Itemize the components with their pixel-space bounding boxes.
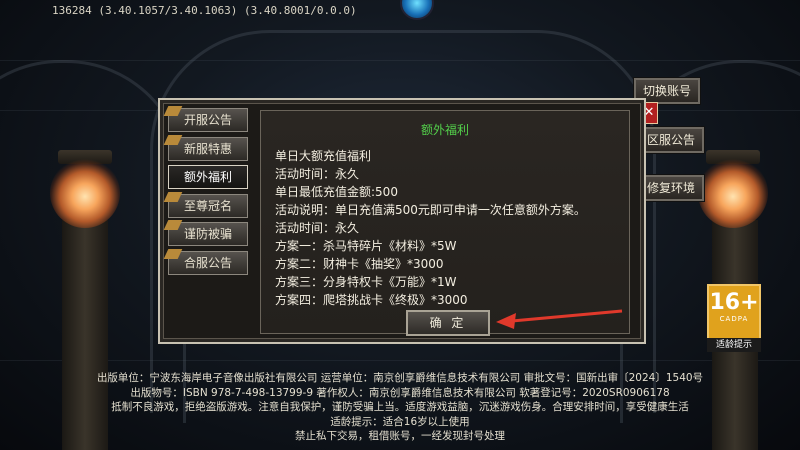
tab-new-server-offer[interactable]: 新服特惠 (163, 134, 248, 161)
content-line: 活动时间：永久 (275, 221, 360, 235)
ribbon-icon (163, 106, 183, 116)
tab-extra-benefits[interactable]: 额外福利 (168, 165, 248, 189)
tab-label: 谨防被骗 (183, 227, 232, 241)
notice-tabs: 开服公告 新服特惠 额外福利 至尊冠名 谨防被骗 合服公告 (163, 106, 250, 279)
footer-line: 禁止私下交易，租借账号，一经发现封号处理 (295, 430, 505, 442)
tab-label: 新服特惠 (183, 141, 232, 156)
footer-line: 出版物号：ISBN 978-7-498-13799-9 著作权人：南京创享爵维信… (130, 386, 670, 399)
content-panel: 额外福利 单日大额充值福利 活动时间：永久 单日最低充值金额:500 活动说明：… (260, 110, 630, 334)
red-arrow-icon (496, 309, 623, 329)
right-torch (698, 158, 768, 228)
content-line: 方案二：财神卡《抽奖》*3000 (275, 257, 444, 271)
footer-line: 抵制不良游戏，拒绝盗版游戏。注意自我保护，谨防受骗上当。适度游戏益脑，沉迷游戏伤… (111, 401, 689, 413)
content-line: 方案三：分身特权卡《万能》*1W (275, 275, 457, 289)
ribbon-icon (163, 248, 183, 259)
ribbon-icon (163, 134, 183, 145)
tab-label: 合服公告 (183, 255, 232, 270)
confirm-button[interactable]: 确 定 (406, 310, 490, 336)
tab-label: 额外福利 (183, 170, 232, 184)
legal-footer: 出版单位：宁波东海岸电子音像出版社有限公司 运营单位：南京创享爵维信息技术有限公… (0, 371, 800, 444)
content-line: 活动时间：永久 (275, 167, 360, 181)
tab-merge-notice[interactable]: 合服公告 (163, 248, 248, 275)
content-line: 单日最低充值金额:500 (275, 185, 398, 199)
content-line: 活动说明：单日充值满500元即可申请一次任意额外方案。 (275, 203, 586, 217)
repair-env-button[interactable]: 修复环境 (638, 175, 704, 201)
ribbon-icon (163, 220, 183, 230)
panel-title: 额外福利 (420, 123, 469, 137)
tab-supreme-naming[interactable]: 至尊冠名 (163, 191, 248, 218)
ribbon-icon (163, 191, 183, 202)
footer-line: 出版单位：宁波东海岸电子音像出版社有限公司 运营单位：南京创享爵维信息技术有限公… (96, 372, 704, 384)
left-torch (50, 158, 120, 228)
benefit-content: 单日大额充值福利 活动时间：永久 单日最低充值金额:500 活动说明：单日充值满… (275, 147, 586, 309)
tab-label: 至尊冠名 (183, 198, 232, 213)
age-rating-number: 16+ (709, 290, 759, 315)
version-label: 136284 (3.40.1057/3.40.1063) (3.40.8001/… (52, 4, 357, 17)
age-rating-badge: 16+ CADPA 适龄提示 (707, 284, 761, 352)
server-notice-button[interactable]: 区服公告 (638, 127, 704, 153)
age-rating-tip: 适龄提示 (707, 338, 761, 352)
tab-label: 开服公告 (183, 113, 232, 127)
tab-opening-notice[interactable]: 开服公告 (163, 106, 248, 132)
footer-line: 适龄提示：适合16岁以上使用 (330, 415, 470, 428)
tab-fraud-warning[interactable]: 谨防被骗 (163, 220, 248, 246)
content-line: 方案一：杀马特碎片《材料》*5W (275, 239, 457, 253)
age-rating-org: CADPA (719, 315, 749, 323)
content-line: 单日大额充值福利 (275, 149, 372, 163)
